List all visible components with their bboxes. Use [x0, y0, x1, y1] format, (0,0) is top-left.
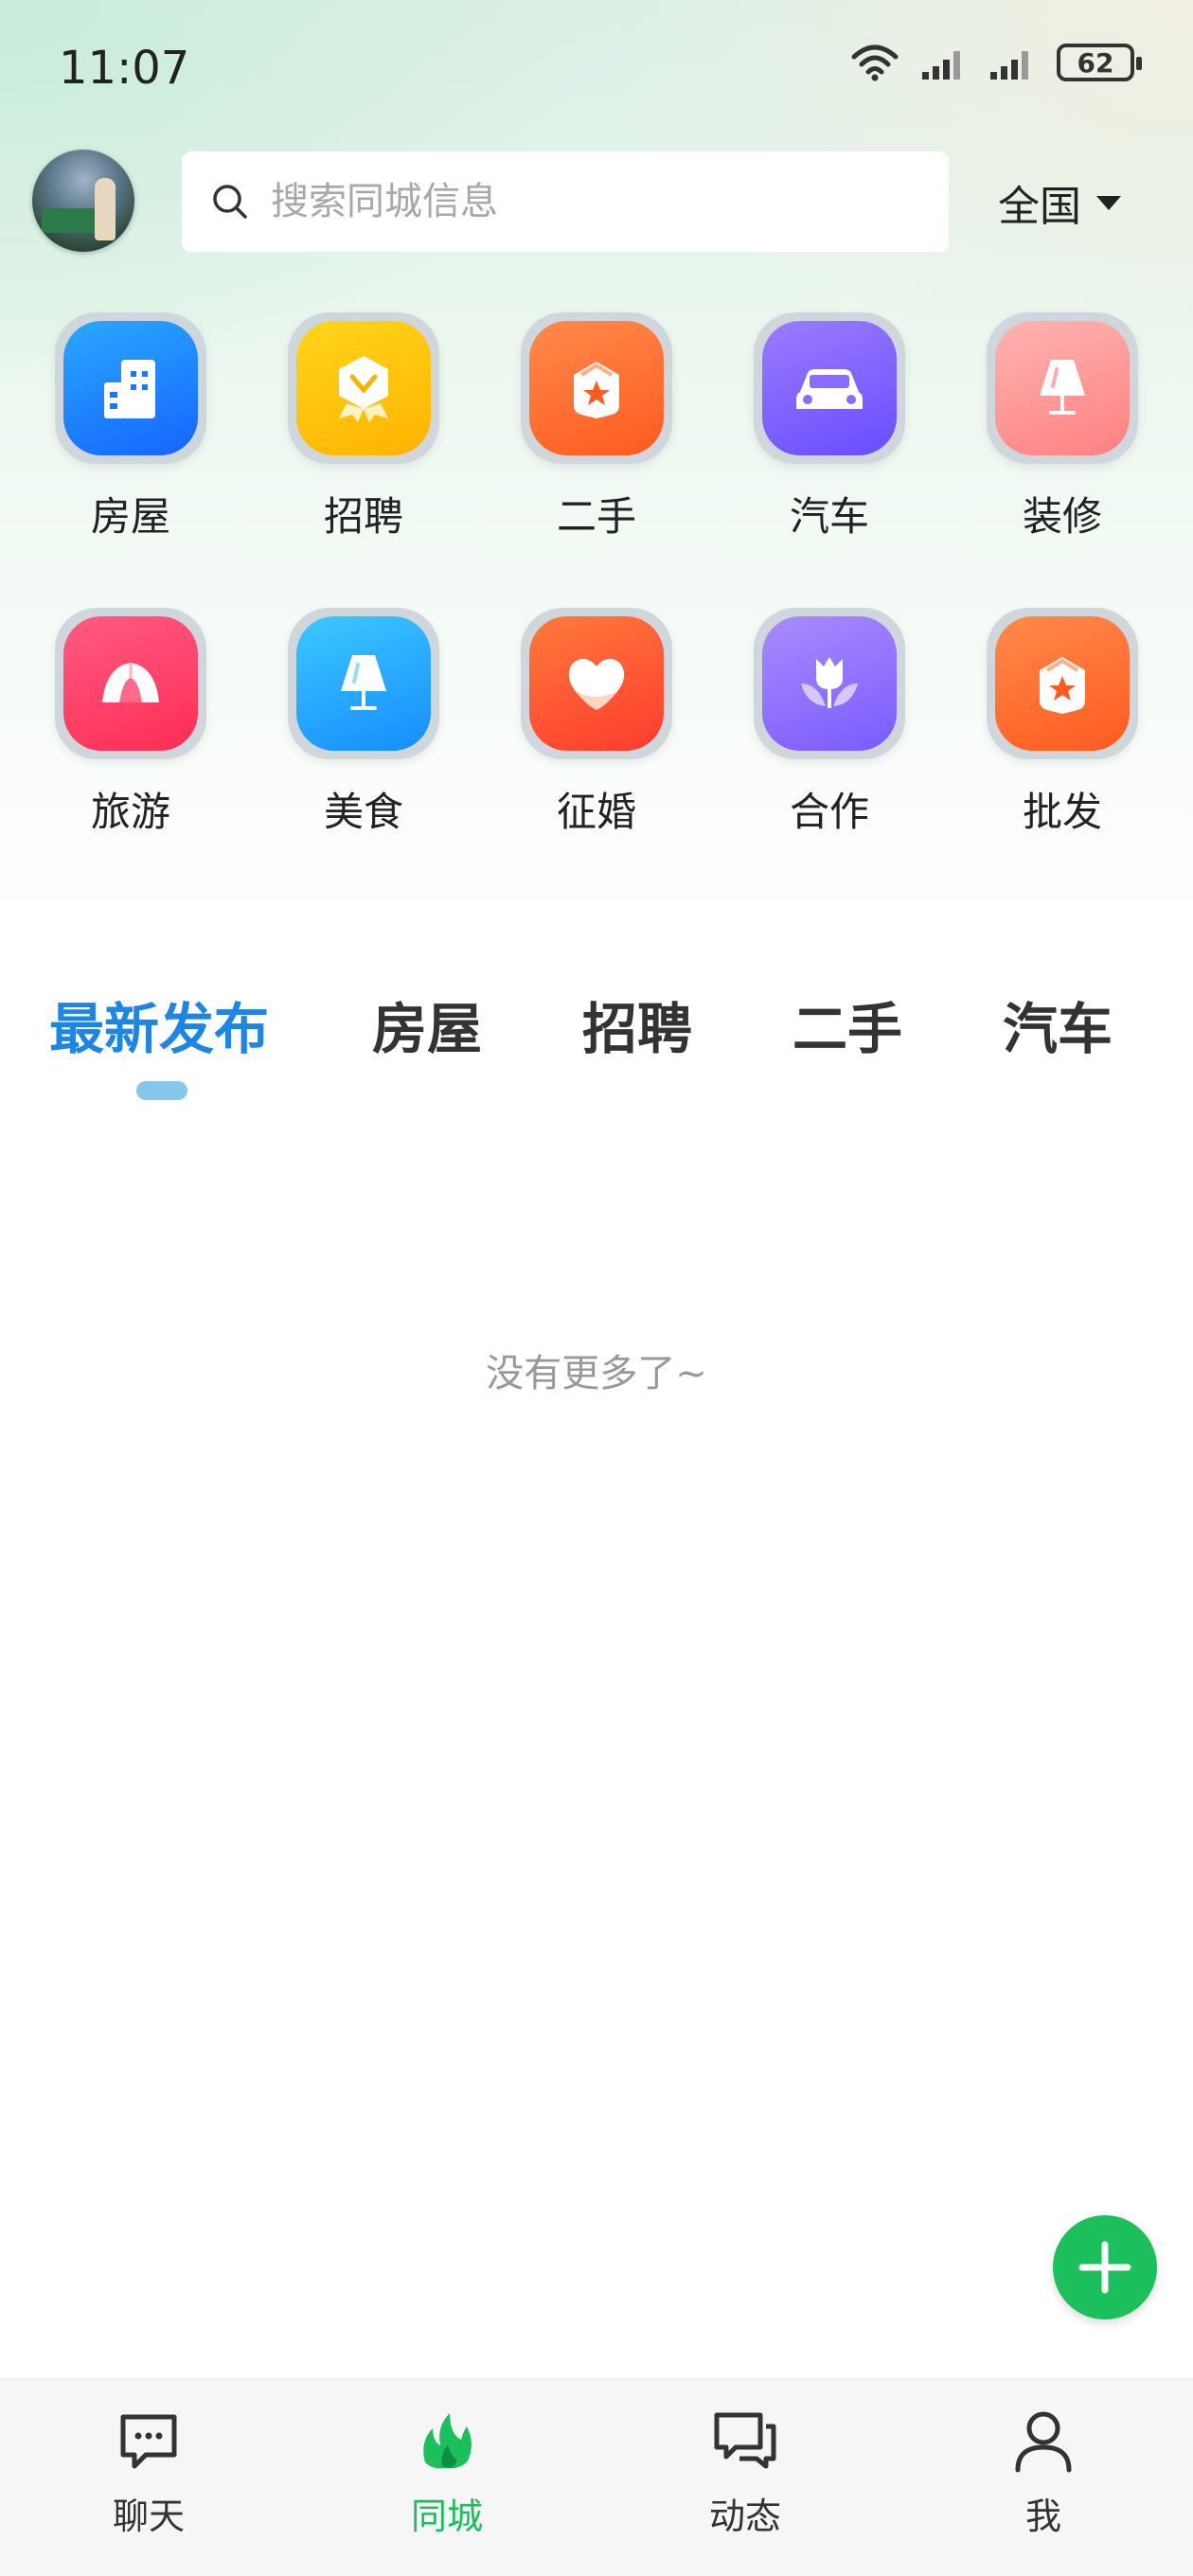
search-input[interactable] — [269, 179, 917, 224]
empty-state-text: 没有更多了~ — [486, 1352, 707, 1395]
search-box[interactable] — [182, 151, 949, 252]
battery-indicator: 62 — [1057, 44, 1142, 81]
region-label: 全国 — [998, 183, 1081, 231]
tab-secondhand[interactable]: 二手 — [792, 985, 902, 1064]
building-icon — [104, 360, 155, 418]
nav-local[interactable]: 同城 — [352, 2407, 542, 2539]
tab-jobs[interactable]: 招聘 — [582, 985, 692, 1064]
wifi-icon — [851, 44, 899, 81]
nav-me[interactable]: 我 — [949, 2407, 1138, 2539]
badge-icon — [339, 356, 388, 422]
plus-icon — [1078, 2241, 1131, 2294]
status-bar: 11:07 62 — [0, 0, 1193, 142]
category-secondhand[interactable]: 二手 — [516, 312, 677, 542]
tab-house[interactable]: 房屋 — [372, 985, 482, 1064]
category-label: 旅游 — [90, 789, 170, 835]
nav-moments[interactable]: 动态 — [650, 2407, 840, 2539]
category-house[interactable]: 房屋 — [50, 312, 211, 542]
category-wholesale[interactable]: 批发 — [982, 608, 1143, 838]
comments-icon — [714, 2412, 776, 2469]
category-label: 征婚 — [556, 789, 636, 835]
bottom-nav: 聊天 同城 动态 我 — [0, 2378, 1193, 2576]
tent-icon — [102, 663, 159, 702]
nav-chat[interactable]: 聊天 — [54, 2407, 243, 2539]
heart-icon — [568, 658, 625, 710]
category-label: 招聘 — [323, 493, 403, 540]
star-box-icon — [1040, 657, 1085, 714]
category-renovation[interactable]: 装修 — [982, 312, 1143, 542]
signal-icon-2 — [990, 51, 1028, 80]
category-food[interactable]: 美食 — [283, 608, 444, 838]
tulip-icon — [801, 657, 858, 708]
user-icon — [1015, 2411, 1072, 2473]
caret-down-icon — [1096, 195, 1121, 210]
category-label: 美食 — [323, 789, 403, 835]
avatar[interactable] — [32, 150, 134, 252]
category-jobs[interactable]: 招聘 — [283, 312, 444, 542]
region-selector[interactable]: 全国 — [998, 172, 1121, 233]
star-box-icon — [574, 362, 619, 418]
search-icon — [213, 185, 247, 219]
status-icons: 62 — [850, 44, 1142, 81]
add-post-button[interactable] — [1053, 2215, 1157, 2319]
status-time: 11:07 — [59, 42, 190, 95]
category-label: 批发 — [1022, 789, 1102, 835]
tab-latest[interactable]: 最新发布 — [49, 985, 269, 1064]
category-cooperation[interactable]: 合作 — [749, 608, 910, 838]
lamp-icon — [1040, 360, 1085, 415]
nav-label: 同城 — [410, 2496, 483, 2537]
category-car[interactable]: 汽车 — [749, 312, 910, 542]
car-icon — [796, 369, 863, 409]
category-travel[interactable]: 旅游 — [50, 608, 211, 838]
chat-icon — [120, 2414, 177, 2469]
nav-label: 我 — [1024, 2496, 1061, 2537]
signal-icon — [922, 51, 960, 80]
nav-label: 动态 — [708, 2496, 781, 2537]
category-label: 二手 — [556, 493, 636, 540]
tab-car[interactable]: 汽车 — [1003, 985, 1113, 1064]
tab-indicator — [136, 1081, 187, 1100]
nav-label: 聊天 — [112, 2496, 185, 2537]
category-label: 汽车 — [789, 493, 869, 540]
flame-icon — [423, 2413, 472, 2469]
category-label: 合作 — [789, 789, 869, 835]
category-label: 装修 — [1022, 493, 1102, 540]
category-label: 房屋 — [90, 493, 170, 540]
lamp-icon — [341, 655, 386, 710]
category-matchmaking[interactable]: 征婚 — [516, 608, 677, 838]
